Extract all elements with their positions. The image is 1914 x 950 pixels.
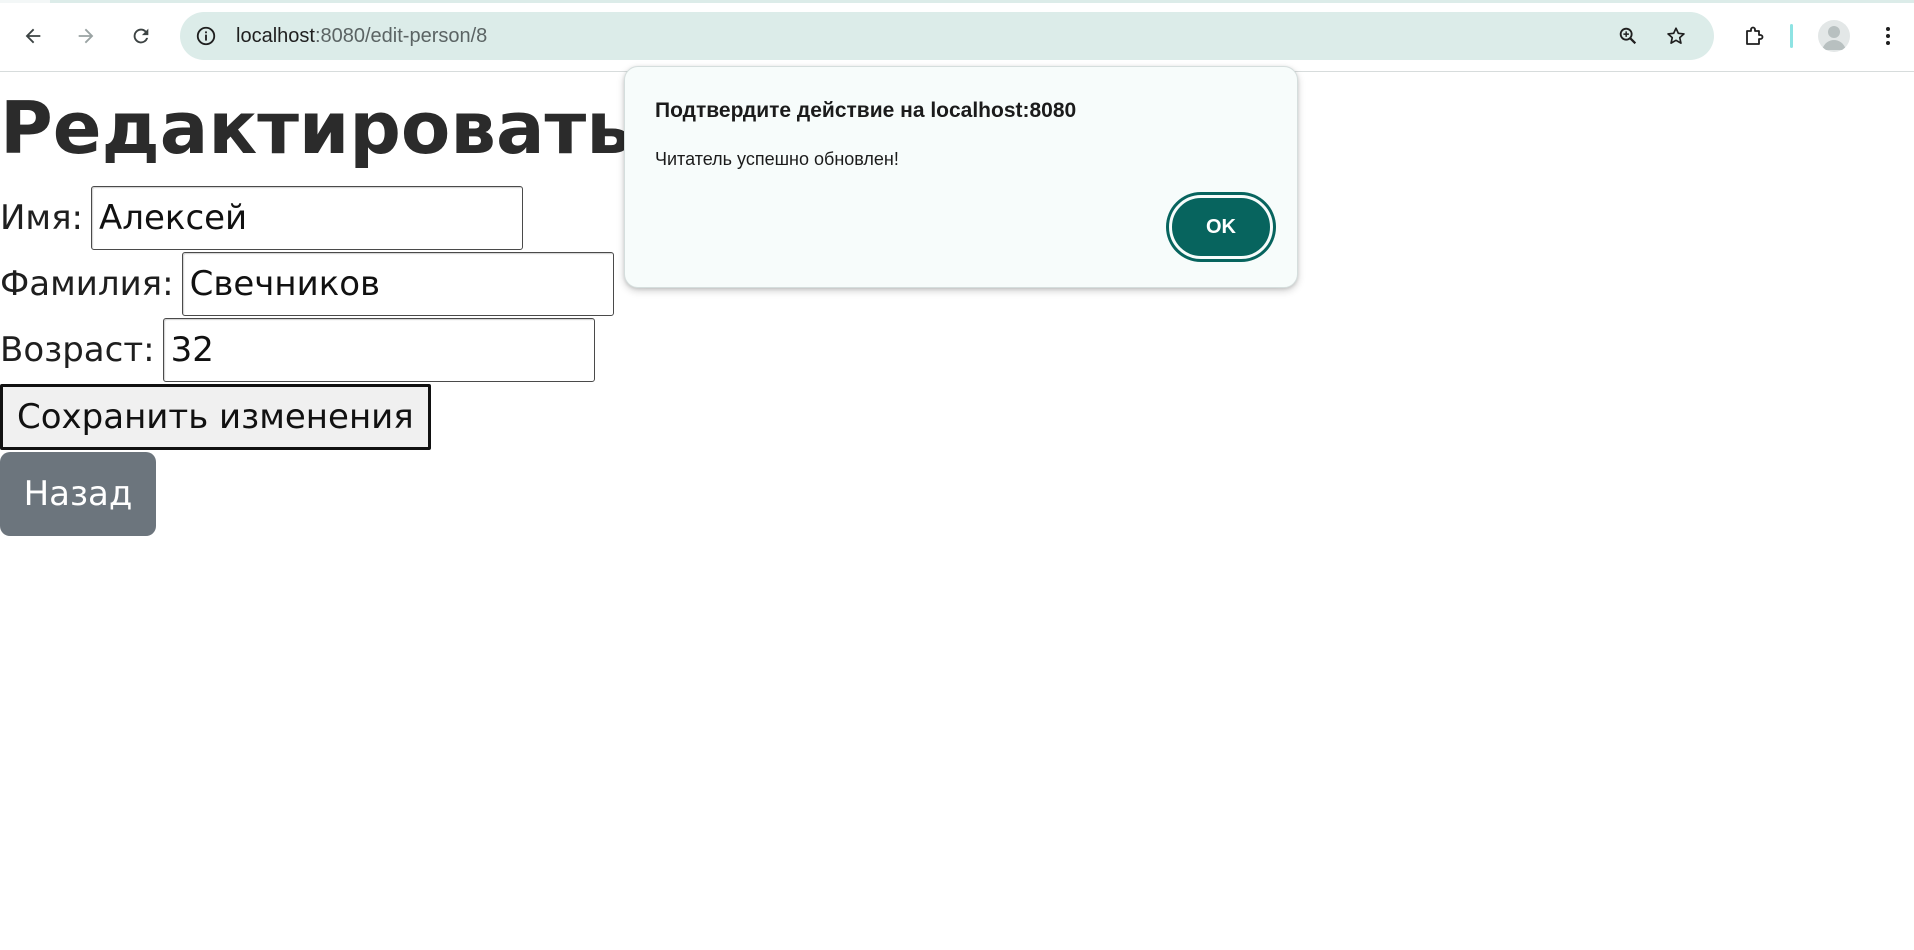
active-tab-hint [0, 0, 50, 3]
star-icon [1667, 27, 1685, 44]
extensions-button[interactable] [1736, 18, 1772, 54]
kebab-menu-icon [1886, 27, 1890, 45]
toolbar-divider [1790, 24, 1793, 48]
ok-button[interactable]: OK [1169, 195, 1273, 259]
browser-toolbar: localhost:8080/edit-person/8 [0, 0, 1914, 72]
first-name-label: Имя: [0, 198, 83, 238]
reload-icon [133, 28, 149, 44]
last-name-label: Фамилия: [0, 264, 174, 304]
bookmark-button[interactable] [1661, 21, 1691, 51]
tab-strip-edge [0, 0, 1914, 3]
url-host: localhost [236, 25, 315, 47]
puzzle-icon [1746, 26, 1764, 45]
avatar-icon [1822, 26, 1846, 50]
back-button[interactable] [15, 18, 51, 54]
confirm-dialog: Подтвердите действие на localhost:8080 Ч… [624, 66, 1298, 288]
dialog-title: Подтвердите действие на localhost:8080 [655, 99, 1077, 122]
first-name-input[interactable] [91, 186, 523, 250]
back-link-button[interactable]: Назад [0, 452, 156, 536]
age-row: Возраст: [0, 318, 595, 382]
dialog-message: Читатель успешно обновлен! [655, 149, 899, 169]
last-name-input[interactable] [181, 252, 614, 316]
reload-button[interactable] [123, 18, 159, 54]
profile-button[interactable] [1818, 20, 1850, 52]
forward-button[interactable] [68, 18, 104, 54]
age-input[interactable] [162, 318, 595, 382]
info-icon [196, 26, 216, 46]
address-bar[interactable]: localhost:8080/edit-person/8 [180, 12, 1714, 60]
zoom-icon [1619, 27, 1637, 45]
last-name-row: Фамилия: [0, 252, 614, 316]
first-name-row: Имя: [0, 186, 523, 250]
save-changes-button[interactable]: Сохранить изменения [0, 384, 431, 450]
arrow-left-icon [25, 28, 41, 44]
zoom-button[interactable] [1613, 21, 1643, 51]
arrow-right-icon [78, 28, 94, 44]
browser-menu-button[interactable] [1870, 18, 1906, 54]
url-path: :8080/edit-person/8 [314, 25, 488, 47]
url-text[interactable]: localhost:8080/edit-person/8 [236, 24, 487, 48]
age-label: Возраст: [0, 330, 155, 370]
site-info-button[interactable] [191, 21, 221, 51]
